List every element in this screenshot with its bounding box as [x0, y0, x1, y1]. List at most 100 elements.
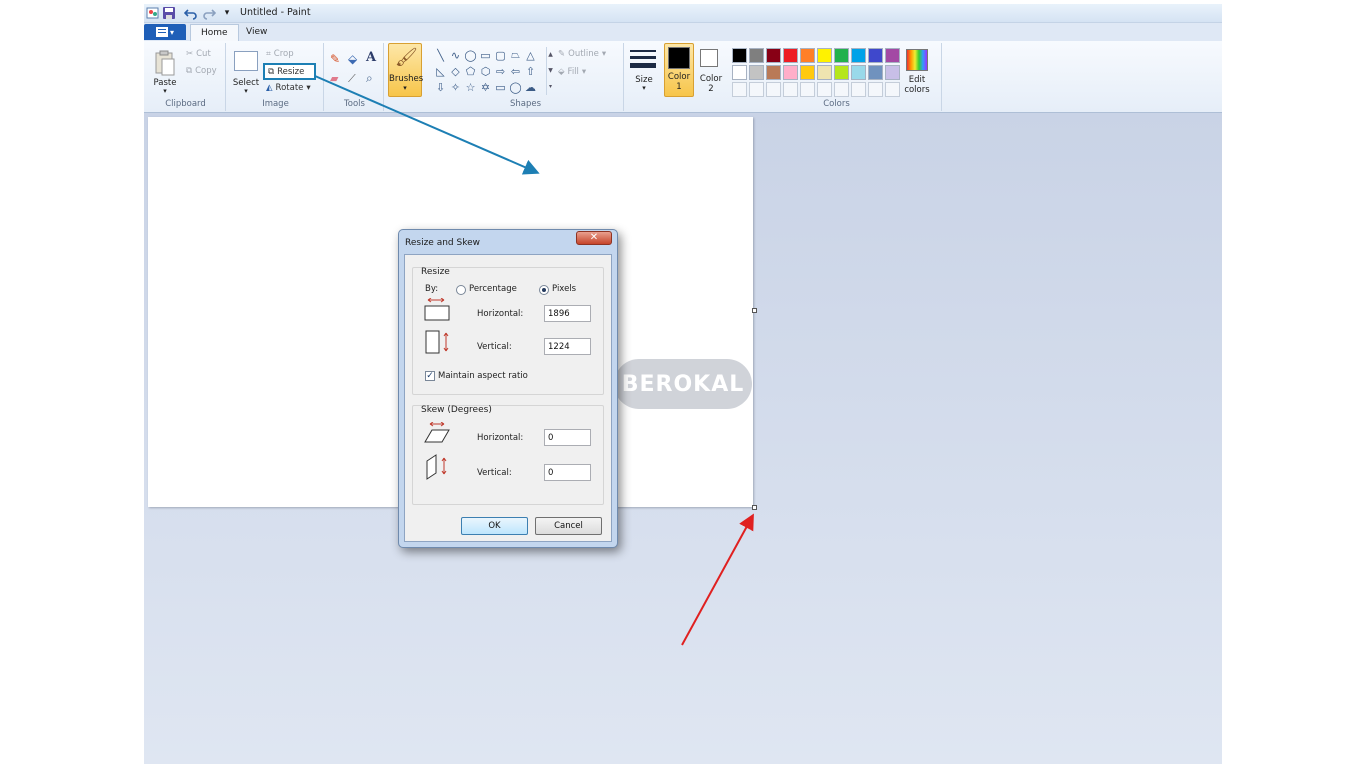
- color-swatch[interactable]: [749, 65, 764, 80]
- custom-color-slot[interactable]: [732, 82, 747, 97]
- resize-button[interactable]: ⧉ Resize: [263, 63, 316, 80]
- crop-button[interactable]: ⌗ Crop: [266, 49, 294, 59]
- line-shape-icon[interactable]: ╲: [433, 47, 448, 63]
- redo-icon[interactable]: [202, 6, 217, 20]
- diamond-shape-icon[interactable]: ◇: [448, 63, 463, 79]
- left-arrow-shape-icon[interactable]: ⇦: [508, 63, 523, 79]
- color-swatch[interactable]: [834, 65, 849, 80]
- custom-color-slot[interactable]: [749, 82, 764, 97]
- maintain-aspect-label[interactable]: Maintain aspect ratio: [438, 371, 528, 381]
- color-swatch[interactable]: [817, 48, 832, 63]
- paste-dropdown-icon[interactable]: ▾: [148, 87, 182, 95]
- curve-shape-icon[interactable]: ∿: [448, 47, 463, 63]
- color-swatch[interactable]: [766, 65, 781, 80]
- triangle-shape-icon[interactable]: △: [523, 47, 538, 63]
- custom-color-slot[interactable]: [817, 82, 832, 97]
- rounded-callout-shape-icon[interactable]: ▭: [493, 79, 508, 95]
- size-dropdown-icon[interactable]: ▾: [626, 84, 662, 92]
- cloud-callout-shape-icon[interactable]: ☁: [523, 79, 538, 95]
- rotate-button[interactable]: ◭ Rotate ▾: [266, 83, 311, 93]
- custom-color-slot[interactable]: [800, 82, 815, 97]
- color-swatch[interactable]: [783, 48, 798, 63]
- pixels-label[interactable]: Pixels: [552, 284, 576, 294]
- down-arrow-shape-icon[interactable]: ⇩: [433, 79, 448, 95]
- color-swatch[interactable]: [868, 65, 883, 80]
- paste-icon[interactable]: [154, 49, 176, 77]
- five-point-star-shape-icon[interactable]: ☆: [463, 79, 478, 95]
- cancel-button[interactable]: Cancel: [535, 517, 602, 535]
- custom-color-slot[interactable]: [783, 82, 798, 97]
- color-swatch[interactable]: [732, 65, 747, 80]
- shapes-scroll[interactable]: ▲ ▼ ▾: [546, 47, 554, 95]
- six-point-star-shape-icon[interactable]: ✡: [478, 79, 493, 95]
- color-swatch[interactable]: [817, 65, 832, 80]
- color-swatch[interactable]: [834, 48, 849, 63]
- color-swatch[interactable]: [851, 65, 866, 80]
- maintain-aspect-checkbox[interactable]: ✓: [425, 371, 435, 381]
- color-swatch[interactable]: [885, 65, 900, 80]
- percentage-radio[interactable]: [456, 285, 466, 295]
- oval-shape-icon[interactable]: ◯: [463, 47, 478, 63]
- right-arrow-shape-icon[interactable]: ⇨: [493, 63, 508, 79]
- save-icon[interactable]: [162, 6, 176, 20]
- pencil-icon[interactable]: ✎: [330, 52, 340, 66]
- eraser-icon[interactable]: ▰: [330, 72, 338, 85]
- color-swatch[interactable]: [732, 48, 747, 63]
- cut-button[interactable]: ✂ Cut: [186, 49, 211, 59]
- magnifier-icon[interactable]: ⌕: [366, 71, 373, 86]
- tab-home[interactable]: Home: [190, 24, 239, 41]
- color2-swatch[interactable]: [700, 49, 718, 67]
- color-swatch[interactable]: [800, 65, 815, 80]
- color-swatch[interactable]: [851, 48, 866, 63]
- percentage-label[interactable]: Percentage: [469, 284, 517, 294]
- custom-color-slot[interactable]: [834, 82, 849, 97]
- polygon-shape-icon[interactable]: ⏢: [508, 47, 523, 63]
- skew-horizontal-input[interactable]: 0: [544, 429, 591, 446]
- fill-bucket-icon[interactable]: ⬙: [348, 52, 357, 66]
- select-dropdown-icon[interactable]: ▾: [230, 87, 262, 95]
- custom-color-slot[interactable]: [766, 82, 781, 97]
- color-swatch[interactable]: [783, 65, 798, 80]
- color2-label[interactable]: Color: [696, 74, 726, 84]
- color-swatch[interactable]: [800, 48, 815, 63]
- close-icon[interactable]: ✕: [576, 231, 612, 245]
- color-swatch[interactable]: [885, 48, 900, 63]
- tab-view[interactable]: View: [236, 24, 277, 41]
- rounded-rectangle-shape-icon[interactable]: ▢: [493, 47, 508, 63]
- skew-vertical-input[interactable]: 0: [544, 464, 591, 481]
- pentagon-shape-icon[interactable]: ⬠: [463, 63, 478, 79]
- canvas-resize-handle-corner[interactable]: [752, 505, 757, 510]
- customize-toolbar-icon[interactable]: ▾: [220, 6, 234, 20]
- color-swatch[interactable]: [766, 48, 781, 63]
- edit-colors-icon[interactable]: [906, 49, 928, 71]
- brushes-button[interactable]: 🖌 Brushes ▾: [388, 43, 423, 97]
- four-point-star-shape-icon[interactable]: ✧: [448, 79, 463, 95]
- color-swatch[interactable]: [749, 48, 764, 63]
- custom-color-slot[interactable]: [851, 82, 866, 97]
- custom-color-slot[interactable]: [885, 82, 900, 97]
- select-icon[interactable]: [234, 51, 258, 71]
- line-size-icon[interactable]: [630, 49, 656, 71]
- edit-colors-button[interactable]: Edit colors: [900, 75, 934, 95]
- rotate-icon: ◭: [266, 83, 273, 93]
- file-menu-button[interactable]: ▾: [144, 24, 186, 40]
- color1-button[interactable]: Color 1: [664, 43, 694, 97]
- copy-button[interactable]: ⧉ Copy: [186, 66, 217, 76]
- resize-vertical-input[interactable]: 1224: [544, 338, 591, 355]
- fill-button[interactable]: ⬙ Fill ▾: [558, 67, 586, 77]
- text-tool-icon[interactable]: A: [366, 50, 376, 65]
- ok-button[interactable]: OK: [461, 517, 528, 535]
- rectangle-shape-icon[interactable]: ▭: [478, 47, 493, 63]
- custom-color-slot[interactable]: [868, 82, 883, 97]
- pixels-radio[interactable]: [539, 285, 549, 295]
- resize-horizontal-input[interactable]: 1896: [544, 305, 591, 322]
- outline-button[interactable]: ✎ Outline ▾: [558, 49, 606, 59]
- color-picker-icon[interactable]: ⟋: [348, 72, 356, 86]
- canvas-resize-handle-right[interactable]: [752, 308, 757, 313]
- up-arrow-shape-icon[interactable]: ⇧: [523, 63, 538, 79]
- undo-icon[interactable]: [183, 6, 198, 20]
- oval-callout-shape-icon[interactable]: ◯: [508, 79, 523, 95]
- color-swatch[interactable]: [868, 48, 883, 63]
- hexagon-shape-icon[interactable]: ⬡: [478, 63, 493, 79]
- right-triangle-shape-icon[interactable]: ◺: [433, 63, 448, 79]
